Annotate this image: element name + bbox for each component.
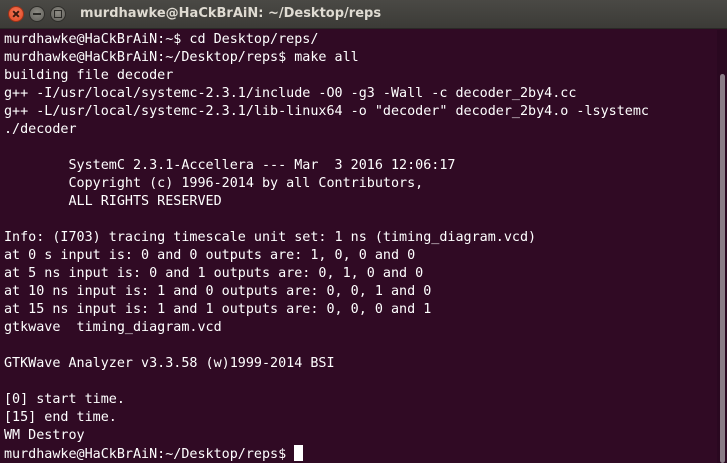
title-bar[interactable]: murdhawke@HaCkBrAiN: ~/Desktop/reps — [0, 0, 727, 29]
terminal-line: murdhawke@HaCkBrAiN:~/Desktop/reps$ make… — [4, 50, 359, 65]
terminal-line: g++ -I/usr/local/systemc-2.3.1/include -… — [4, 86, 577, 101]
window-title: murdhawke@HaCkBrAiN: ~/Desktop/reps — [80, 6, 382, 21]
terminal-line: ./decoder — [4, 122, 77, 137]
terminal-line: SystemC 2.3.1-Accellera --- Mar 3 2016 1… — [4, 158, 456, 173]
terminal-line: building file decoder — [4, 68, 174, 83]
vertical-scrollbar[interactable] — [717, 30, 727, 463]
terminal-line: at 0 s input is: 0 and 0 outputs are: 1,… — [4, 248, 416, 263]
terminal-line: at 10 ns input is: 1 and 0 outputs are: … — [4, 284, 432, 299]
shell-prompt: murdhawke@HaCkBrAiN:~/Desktop/reps$ — [4, 447, 295, 462]
terminal-line: GTKWave Analyzer v3.3.58 (w)1999-2014 BS… — [4, 356, 335, 371]
text-cursor — [294, 445, 304, 461]
terminal-line: gtkwave timing_diagram.vcd — [4, 320, 222, 335]
terminal-line: at 15 ns input is: 1 and 1 outputs are: … — [4, 302, 432, 317]
terminal-line: WM Destroy — [4, 428, 85, 443]
terminal-line: Info: (I703) tracing timescale unit set:… — [4, 230, 537, 245]
scrollbar-thumb[interactable] — [720, 74, 725, 463]
terminal-line: murdhawke@HaCkBrAiN:~$ cd Desktop/reps/ — [4, 32, 319, 47]
terminal-line: at 5 ns input is: 0 and 1 outputs are: 0… — [4, 266, 424, 281]
terminal-line: ALL RIGHTS RESERVED — [4, 194, 222, 209]
prompt-line[interactable]: murdhawke@HaCkBrAiN:~/Desktop/reps$ — [4, 445, 304, 463]
terminal-line: [0] start time. — [4, 392, 125, 407]
terminal-output[interactable]: murdhawke@HaCkBrAiN:~$ cd Desktop/reps/ … — [0, 30, 717, 463]
close-icon[interactable] — [8, 6, 24, 22]
maximize-icon[interactable] — [50, 6, 66, 22]
terminal-line: g++ -L/usr/local/systemc-2.3.1/lib-linux… — [4, 104, 649, 119]
terminal-window: murdhawke@HaCkBrAiN: ~/Desktop/reps murd… — [0, 0, 727, 463]
terminal-line: [15] end time. — [4, 410, 117, 425]
minimize-icon[interactable] — [29, 6, 45, 22]
terminal-line: Copyright (c) 1996-2014 by all Contribut… — [4, 176, 424, 191]
